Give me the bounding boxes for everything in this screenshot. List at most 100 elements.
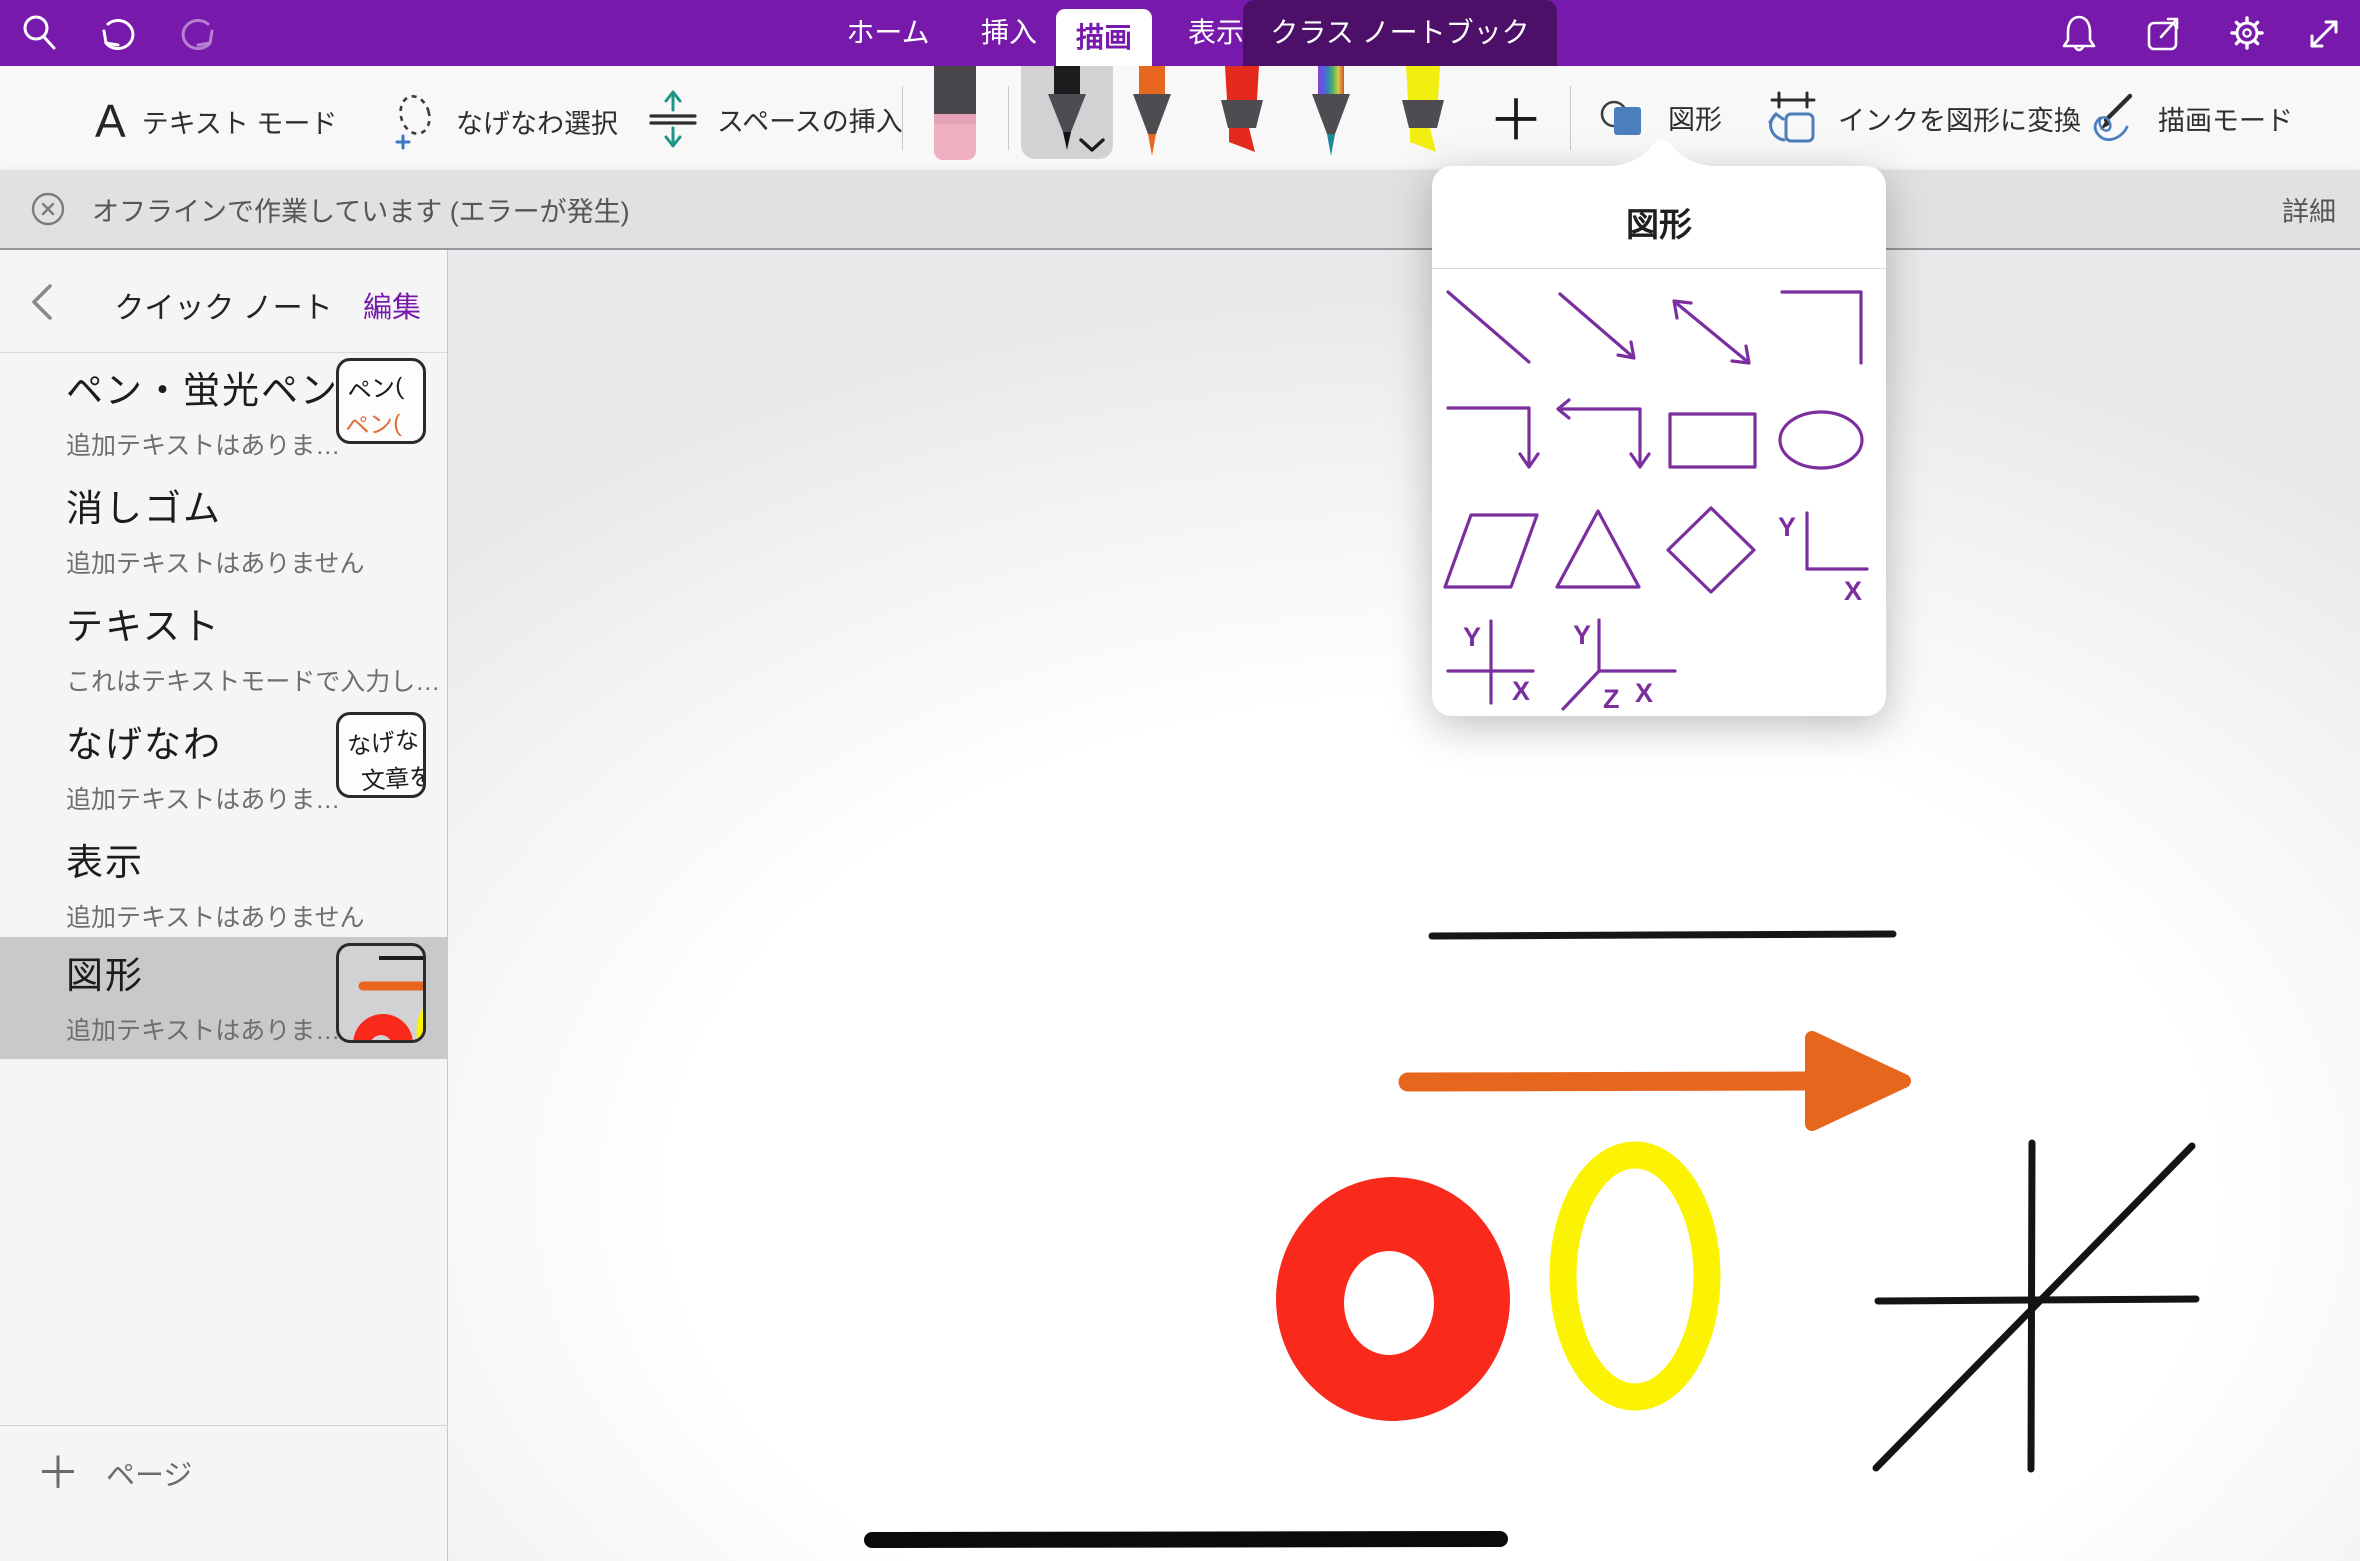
shapes-label: 図形 (1668, 98, 1722, 137)
popup-title: 図形 (1432, 198, 1886, 246)
notifications-bell-icon[interactable] (2056, 10, 2102, 56)
thumbnail-drawing (339, 946, 426, 1043)
shape-corner[interactable] (1782, 292, 1861, 363)
pen-rainbow[interactable] (1305, 66, 1357, 162)
page-list-item-selected[interactable]: 図形 追加テキストはありま… (0, 937, 448, 1059)
thumb-text: なげな (345, 719, 420, 761)
edit-button[interactable]: 編集 (363, 284, 421, 326)
fullscreen-expand-icon[interactable] (2300, 10, 2346, 56)
shape-elbow-arrow-down[interactable] (1448, 408, 1538, 467)
page-subtitle: 追加テキストはありません (66, 544, 448, 580)
insert-space-button[interactable]: スペースの挿入 (645, 88, 903, 150)
shape-parallelogram[interactable] (1445, 515, 1537, 587)
text-mode-icon: A (95, 94, 126, 148)
page-list-item[interactable]: ペン・蛍光ペン 追加テキストはありま… ペン( ペン( (0, 352, 448, 470)
page-subtitle: これはテキストモードで入力し… (66, 662, 448, 698)
share-icon[interactable] (2140, 10, 2186, 56)
page-subtitle: 追加テキストはありません (66, 898, 448, 934)
add-pen-button[interactable]: ＋ (1488, 76, 1544, 157)
highlighter-yellow[interactable] (1395, 66, 1451, 158)
toolbar-divider (902, 86, 903, 150)
add-page-label: ページ (106, 1450, 192, 1502)
shapes-popup: 図形 Y X Y X (1432, 166, 1886, 716)
svg-text:Y: Y (1463, 622, 1481, 652)
settings-gear-icon[interactable] (2224, 10, 2270, 56)
search-icon[interactable] (16, 10, 62, 56)
top-app-bar: ホーム 挿入 描画 表示 クラス ノートブック (0, 0, 2360, 66)
page-list-item[interactable]: 消しゴム 追加テキストはありません (0, 470, 448, 588)
tab-home[interactable]: ホーム (846, 0, 929, 66)
thumb-text: 文章を (360, 757, 426, 797)
svg-text:Y: Y (1778, 512, 1796, 542)
page-list-item[interactable]: なげなわ 追加テキストはありま… なげな 文章を (0, 706, 448, 824)
eraser-tool[interactable] (931, 66, 979, 164)
error-circle-x-icon (30, 191, 66, 227)
shape-grid: Y X Y X Y Z X (1432, 268, 1886, 716)
shape-ellipse[interactable] (1780, 412, 1862, 468)
draw-mode-icon (2084, 90, 2142, 146)
shapes-icon (1598, 92, 1652, 142)
text-mode-button[interactable]: A テキスト モード (95, 94, 337, 148)
page-title: 消しゴム (66, 478, 448, 532)
text-mode-label: テキスト モード (142, 102, 338, 141)
page-list-item[interactable]: 表示 追加テキストはありません (0, 824, 448, 942)
tab-view[interactable]: 表示 (1188, 0, 1244, 66)
page-thumbnail (336, 943, 426, 1043)
svg-text:X: X (1512, 676, 1530, 706)
undo-icon[interactable] (94, 10, 140, 56)
ink-thin-line[interactable] (1432, 934, 1893, 936)
svg-text:X: X (1635, 678, 1653, 708)
thumb-text: ペン( (345, 366, 404, 407)
page-title: テキスト (66, 596, 448, 650)
lasso-icon (388, 90, 440, 152)
plus-icon: ＋ (36, 1450, 80, 1498)
ink-thick-line[interactable] (872, 1539, 1500, 1540)
shape-double-arrow[interactable] (1674, 301, 1749, 363)
popup-callout-arrow (1602, 139, 1722, 167)
ink-to-shape-button[interactable]: インクを図形に変換 (1764, 90, 2081, 146)
ink-to-shape-icon (1764, 90, 1822, 146)
ink-red-donut[interactable] (1276, 1177, 1510, 1421)
offline-banner: オフラインで作業しています (エラーが発生) 詳細 (0, 170, 2360, 250)
insert-space-label: スペースの挿入 (717, 100, 903, 139)
shape-axes-cross[interactable]: Y X (1448, 621, 1533, 706)
svg-text:Z: Z (1603, 684, 1620, 714)
pen-orange[interactable] (1126, 66, 1178, 162)
page-list-item[interactable]: テキスト これはテキストモードで入力し… (0, 588, 448, 706)
lasso-select-button[interactable]: なげなわ選択 (388, 90, 618, 152)
draw-mode-label: 描画モード (2158, 99, 2293, 138)
page-title: 表示 (66, 832, 448, 886)
thumb-text: ペン( (344, 403, 402, 442)
sidebar-header: クイック ノート 編集 (0, 250, 447, 353)
redo-icon[interactable] (176, 10, 222, 56)
shape-axes-3d[interactable]: Y Z X (1563, 620, 1675, 714)
tab-class-notebook[interactable]: クラス ノートブック (1243, 0, 1557, 66)
shape-diamond[interactable] (1668, 508, 1754, 592)
lasso-label: なげなわ選択 (456, 102, 618, 141)
draw-mode-button[interactable]: 描画モード (2084, 90, 2293, 146)
shapes-button[interactable]: 図形 (1598, 92, 1722, 142)
toolbar-divider (1570, 86, 1571, 150)
details-link[interactable]: 詳細 (2282, 190, 2336, 229)
chevron-down-icon[interactable] (1077, 137, 1107, 153)
onenote-window: ホーム 挿入 描画 表示 クラス ノートブック (0, 0, 2360, 1561)
shape-triangle[interactable] (1557, 511, 1639, 587)
svg-text:Y: Y (1573, 620, 1591, 650)
svg-text:X: X (1844, 576, 1862, 606)
highlighter-red[interactable] (1214, 66, 1270, 158)
page-thumbnail: ペン( ペン( (336, 358, 426, 444)
shape-rectangle[interactable] (1670, 414, 1755, 467)
tab-draw-active[interactable]: 描画 (1056, 9, 1152, 66)
tab-insert[interactable]: 挿入 (981, 0, 1037, 66)
page-list-sidebar: クイック ノート 編集 ペン・蛍光ペン 追加テキストはありま… ペン( ペン( … (0, 250, 448, 1561)
shape-axes-2d[interactable]: Y X (1778, 512, 1867, 606)
pen-black-selected[interactable] (1021, 66, 1113, 159)
offline-message: オフラインで作業しています (エラーが発生) (92, 190, 2282, 229)
shape-line[interactable] (1448, 292, 1529, 362)
shape-elbow-double-arrow[interactable] (1558, 400, 1649, 467)
draw-toolbar: A テキスト モード なげなわ選択 スペースの挿入 (0, 66, 2360, 171)
shape-arrow[interactable] (1560, 294, 1634, 358)
insert-space-icon (645, 88, 701, 150)
ink-to-shape-label: インクを図形に変換 (1838, 99, 2081, 138)
add-page-button[interactable]: ＋ ページ (0, 1425, 448, 1561)
